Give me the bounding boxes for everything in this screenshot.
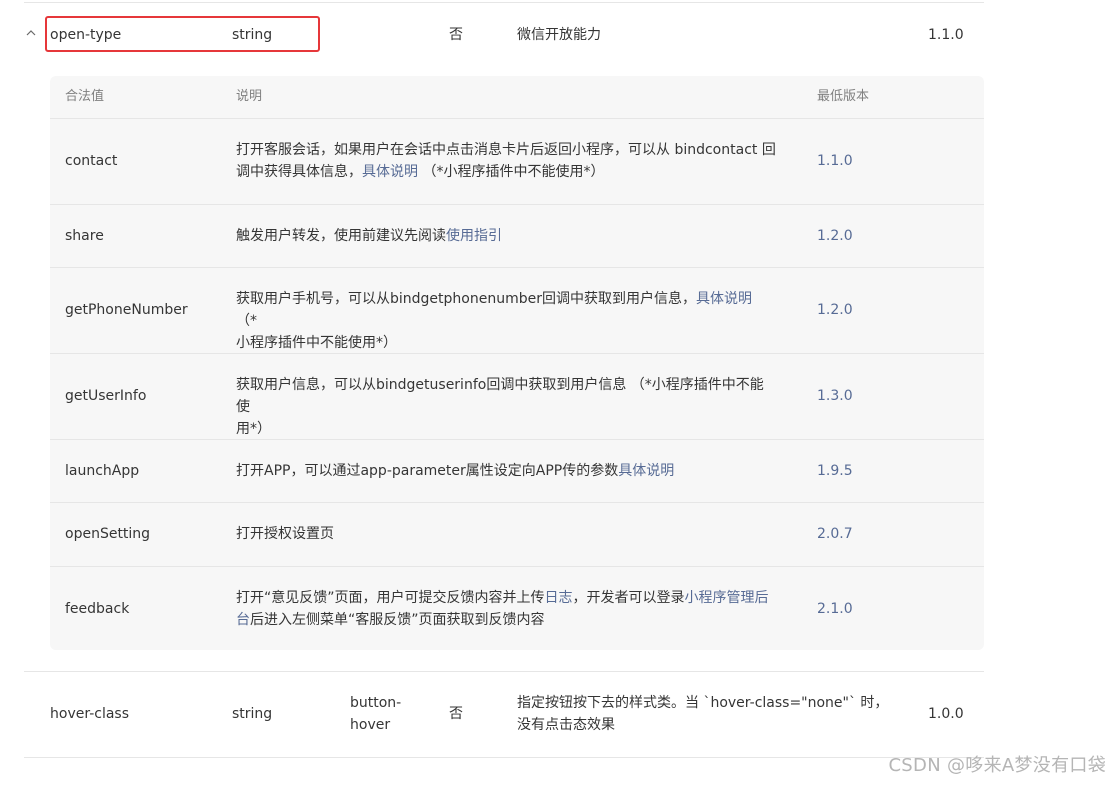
description-text: ，开发者可以登录 [572,590,685,606]
usage-guide-link[interactable]: 使用指引 [446,228,502,244]
description-line: 获取用户手机号，可以从bindgetphonenumber回调中获取到用户信息，… [236,288,776,332]
details-link[interactable]: 具体说明 [362,164,418,180]
table-top-border [24,2,984,3]
description-line: 打开“意见反馈”页面，用户可提交反馈内容并上传日志，开发者可以登录小程序管理后 [236,587,776,609]
min-version-link[interactable]: 1.9.5 [817,460,853,482]
admin-console-link[interactable]: 台 [236,612,250,628]
description-text: 后进入左侧菜单“客服反馈”页面获取到反馈内容 [250,612,545,628]
value-description: 获取用户手机号，可以从bindgetphonenumber回调中获取到用户信息，… [236,288,776,354]
row-divider [24,671,984,672]
table-row: openSetting 打开授权设置页 2.0.7 [50,502,984,566]
value-description: 获取用户信息，可以从bindgetuserinfo回调中获取到用户信息 （*小程… [236,374,776,440]
description-line: 打开客服会话，如果用户在会话中点击消息卡片后返回小程序，可以从 bindcont… [236,142,776,158]
details-link[interactable]: 具体说明 [696,291,752,307]
legal-value: getPhoneNumber [65,302,188,318]
description-line: 调中获得具体信息，具体说明 （*小程序插件中不能使用*） [236,161,776,183]
legal-values-table: 合法值 说明 最低版本 contact 打开客服会话，如果用户在会话中点击消息卡… [50,76,984,650]
attribute-version: 1.1.0 [928,27,964,43]
header-description: 说明 [236,89,263,104]
table-row: launchApp 打开APP，可以通过app-parameter属性设定向AP… [50,439,984,502]
row-divider [50,502,984,503]
row-divider [50,353,984,354]
value-description: 打开客服会话，如果用户在会话中点击消息卡片后返回小程序，可以从 bindcont… [236,139,776,183]
description-line: 小程序插件中不能使用*） [236,335,397,351]
chevron-up-icon[interactable] [24,27,38,41]
description-text: 获取用户手机号，可以从bindgetphonenumber回调中获取到用户信息， [236,291,696,307]
attribute-version: 1.0.0 [928,706,964,722]
table-row: contact 打开客服会话，如果用户在会话中点击消息卡片后返回小程序，可以从 … [50,118,984,204]
description-text: 打开“意见反馈”页面，用户可提交反馈内容并上传 [236,590,545,606]
value-description: 打开“意见反馈”页面，用户可提交反馈内容并上传日志，开发者可以登录小程序管理后 … [236,587,776,631]
description-line: 没有点击态效果 [517,717,615,733]
attribute-default: button- hover [350,692,401,736]
min-version-link[interactable]: 2.1.0 [817,598,853,620]
legal-value: feedback [65,601,130,617]
legal-value: getUserInfo [65,388,147,404]
row-divider [50,118,984,119]
value-description: 打开APP，可以通过app-parameter属性设定向APP传的参数具体说明 [236,460,776,482]
details-link[interactable]: 具体说明 [618,463,674,479]
attribute-name: hover-class [50,706,130,722]
description-line: 台后进入左侧菜单“客服反馈”页面获取到反馈内容 [236,609,776,631]
value-description: 触发用户转发，使用前建议先阅读使用指引 [236,225,776,247]
table-row: getPhoneNumber 获取用户手机号，可以从bindgetphonenu… [50,267,984,353]
attribute-type: string [232,27,273,43]
min-version-link[interactable]: 1.2.0 [817,299,853,321]
legal-value: openSetting [65,526,151,542]
attribute-name: open-type [50,27,122,43]
row-divider [50,439,984,440]
description-text: 打开APP，可以通过app-parameter属性设定向APP传的参数 [236,463,619,479]
log-link[interactable]: 日志 [545,590,573,606]
description-text: （* [236,313,257,329]
legal-value: launchApp [65,463,140,479]
attribute-type: string [232,706,273,722]
default-line: hover [350,717,391,733]
attribute-required: 否 [449,706,463,722]
row-divider [50,204,984,205]
watermark: CSDN @哆来A梦没有口袋 [888,755,1106,776]
min-version-link[interactable]: 2.0.7 [817,523,853,545]
row-divider [50,267,984,268]
row-divider [24,757,984,758]
description-line: 用*） [236,421,271,437]
header-min-version: 最低版本 [817,89,870,104]
legal-values-header: 合法值 说明 最低版本 [50,76,984,118]
row-divider [50,566,984,567]
description-line: 获取用户信息，可以从bindgetuserinfo回调中获取到用户信息 （*小程… [236,377,764,415]
description-line: 指定按钮按下去的样式类。当 `hover-class="none"` 时， [517,695,889,711]
table-row: getUserInfo 获取用户信息，可以从bindgetuserinfo回调中… [50,353,984,439]
min-version-link[interactable]: 1.3.0 [817,385,853,407]
admin-console-link[interactable]: 小程序管理后 [685,590,769,606]
description-text: 触发用户转发，使用前建议先阅读 [236,228,446,244]
legal-value: share [65,228,104,244]
attribute-description: 指定按钮按下去的样式类。当 `hover-class="none"` 时， 没有… [517,692,888,736]
value-description: 打开授权设置页 [236,526,334,542]
header-value: 合法值 [65,89,105,104]
min-version-link[interactable]: 1.2.0 [817,225,853,247]
table-row: feedback 打开“意见反馈”页面，用户可提交反馈内容并上传日志，开发者可以… [50,566,984,650]
default-line: button- [350,695,402,711]
table-row: share 触发用户转发，使用前建议先阅读使用指引 1.2.0 [50,204,984,267]
attribute-required: 否 [449,27,463,43]
legal-value: contact [65,153,118,169]
description-text: 调中获得具体信息， [236,164,362,180]
attribute-description: 微信开放能力 [517,27,601,43]
min-version-link[interactable]: 1.1.0 [817,150,853,172]
description-text: （*小程序插件中不能使用*） [418,164,605,180]
